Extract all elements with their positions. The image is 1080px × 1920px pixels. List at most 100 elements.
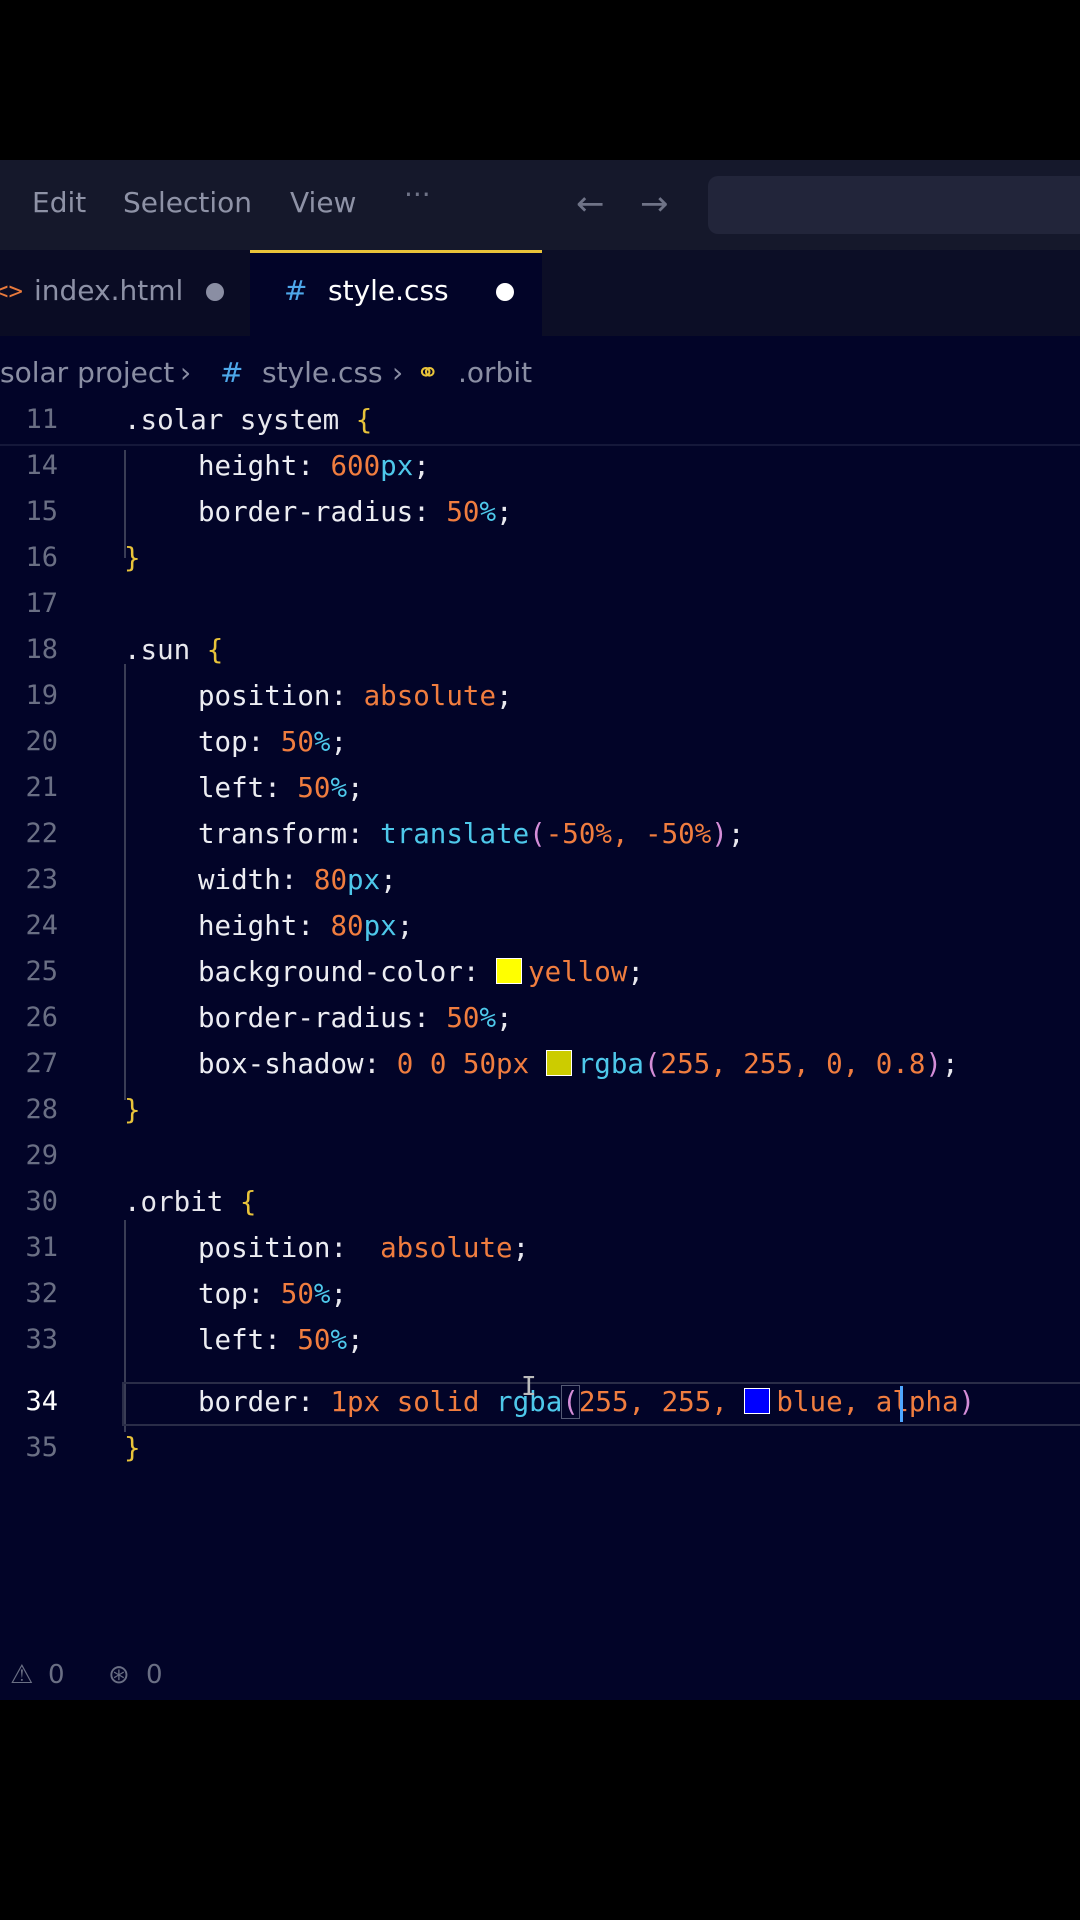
code-line[interactable]: 16 } (0, 538, 1080, 584)
breadcrumb-file[interactable]: style.css (262, 356, 383, 389)
breadcrumb-symbol[interactable]: .orbit (458, 356, 532, 389)
line-number: 17 (25, 588, 58, 619)
tab-index-html[interactable]: <> index.html (0, 250, 250, 336)
color-swatch-icon[interactable] (744, 1388, 771, 1414)
code-text: width: 80px; (198, 864, 397, 896)
warning-icon[interactable]: ⚠ (10, 1660, 33, 1690)
line-number: 34 (25, 1386, 58, 1417)
code-text: left: 50%; (198, 1324, 364, 1356)
code-text: top: 50%; (198, 726, 348, 758)
line-number: 31 (25, 1232, 58, 1263)
line-number: 19 (25, 680, 58, 711)
code-text: border-radius: 50%; (198, 1002, 513, 1034)
sticky-scroll-line[interactable]: 11 .solar system { (0, 404, 1080, 446)
code-text: .solar system { (124, 404, 373, 436)
code-text: transform: translate(-50%, -50%); (198, 818, 745, 850)
line-number: 16 (25, 542, 58, 573)
color-swatch-icon[interactable] (496, 958, 523, 984)
code-text: position: absolute; (198, 1232, 530, 1264)
line-number: 35 (25, 1432, 58, 1463)
line-number: 18 (25, 634, 58, 665)
line-number: 25 (25, 956, 58, 987)
line-number: 21 (25, 772, 58, 803)
text-cursor (900, 1386, 903, 1422)
line-number: 15 (25, 496, 58, 527)
code-line[interactable]: 26 border-radius: 50%; (0, 998, 1080, 1044)
css-file-icon: # (220, 356, 244, 389)
css-file-icon: # (284, 274, 308, 307)
line-number: 29 (25, 1140, 58, 1171)
code-line[interactable]: 32 top: 50%; (0, 1274, 1080, 1320)
code-line[interactable]: 17 (0, 584, 1080, 630)
code-text: position: absolute; (198, 680, 513, 712)
code-text: .sun { (124, 634, 224, 666)
code-line[interactable]: 28 } (0, 1090, 1080, 1136)
menu-bar: Edit Selection View ··· ← → (0, 160, 1080, 250)
breadcrumb: solar project › # style.css › ⚭ .orbit (0, 336, 1080, 406)
breadcrumb-folder[interactable]: solar project (0, 356, 174, 389)
tab-style-css[interactable]: # style.css (250, 250, 542, 336)
code-line[interactable]: 33 left: 50%; (0, 1320, 1080, 1366)
tab-label: index.html (34, 274, 184, 307)
code-text: top: 50%; (198, 1278, 348, 1310)
code-line[interactable]: 22 transform: translate(-50%, -50%); (0, 814, 1080, 860)
code-text: border-radius: 50%; (198, 496, 513, 528)
code-line[interactable]: 23 width: 80px; (0, 860, 1080, 906)
line-number: 20 (25, 726, 58, 757)
line-number: 24 (25, 910, 58, 941)
code-text: .orbit { (124, 1186, 257, 1218)
code-line[interactable]: 21 left: 50%; (0, 768, 1080, 814)
code-line[interactable]: 30 .orbit { (0, 1182, 1080, 1228)
code-text: } (124, 542, 141, 574)
code-text: box-shadow: 0 0 50px rgba(255, 255, 0, 0… (198, 1048, 959, 1080)
mouse-ibeam-icon: I (521, 1372, 537, 1402)
code-line[interactable]: 27 box-shadow: 0 0 50px rgba(255, 255, 0… (0, 1044, 1080, 1090)
code-line[interactable]: 18 .sun { (0, 630, 1080, 676)
code-line[interactable]: 24 height: 80px; (0, 906, 1080, 952)
unsaved-dot-icon[interactable] (496, 283, 514, 301)
code-text: border: 1px solid rgba(255, 255, blue, a… (198, 1385, 976, 1419)
chevron-right-icon: › (392, 356, 404, 389)
code-line[interactable]: 31 position: absolute; (0, 1228, 1080, 1274)
code-text: left: 50%; (198, 772, 364, 804)
back-arrow-icon[interactable]: ← (576, 184, 605, 224)
tab-bar: <> index.html # style.css (0, 250, 1080, 336)
code-line[interactable]: 35 } (0, 1428, 1080, 1474)
line-number: 33 (25, 1324, 58, 1355)
more-menu-icon[interactable]: ··· (404, 178, 431, 211)
tab-label: style.css (328, 274, 449, 307)
code-text: height: 80px; (198, 910, 414, 942)
code-line[interactable]: 29 (0, 1136, 1080, 1182)
html-file-icon: <> (0, 277, 23, 305)
code-line-active[interactable]: 34 border: 1px solid rgba(255, 255, blue… (0, 1382, 1080, 1428)
color-swatch-icon[interactable] (545, 1050, 572, 1076)
line-number: 26 (25, 1002, 58, 1033)
editor-window: Edit Selection View ··· ← → <> index.htm… (0, 160, 1080, 1700)
code-line[interactable]: 20 top: 50%; (0, 722, 1080, 768)
code-line[interactable]: 15 border-radius: 50%; (0, 492, 1080, 538)
ports-icon[interactable]: ⊛ (108, 1660, 130, 1690)
ports-count[interactable]: 0 (146, 1660, 163, 1690)
menu-selection[interactable]: Selection (123, 186, 252, 219)
line-number: 28 (25, 1094, 58, 1125)
line-number: 22 (25, 818, 58, 849)
warning-count[interactable]: 0 (48, 1660, 65, 1690)
chevron-right-icon: › (180, 356, 192, 389)
menu-view[interactable]: View (290, 186, 356, 219)
line-number: 23 (25, 864, 58, 895)
symbol-class-icon: ⚭ (416, 356, 440, 389)
command-center-search[interactable] (708, 176, 1080, 234)
line-number: 32 (25, 1278, 58, 1309)
line-number: 14 (25, 450, 58, 481)
line-number: 27 (25, 1048, 58, 1079)
code-text: } (124, 1432, 141, 1464)
line-number: 30 (25, 1186, 58, 1217)
code-text: } (124, 1094, 141, 1126)
code-text: background-color: yellow; (198, 956, 644, 988)
menu-edit[interactable]: Edit (32, 186, 86, 219)
unsaved-dot-icon[interactable] (206, 283, 224, 301)
forward-arrow-icon[interactable]: → (640, 184, 669, 224)
code-line[interactable]: 25 background-color: yellow; (0, 952, 1080, 998)
code-line[interactable]: 14 height: 600px; (0, 446, 1080, 492)
code-line[interactable]: 19 position: absolute; (0, 676, 1080, 722)
